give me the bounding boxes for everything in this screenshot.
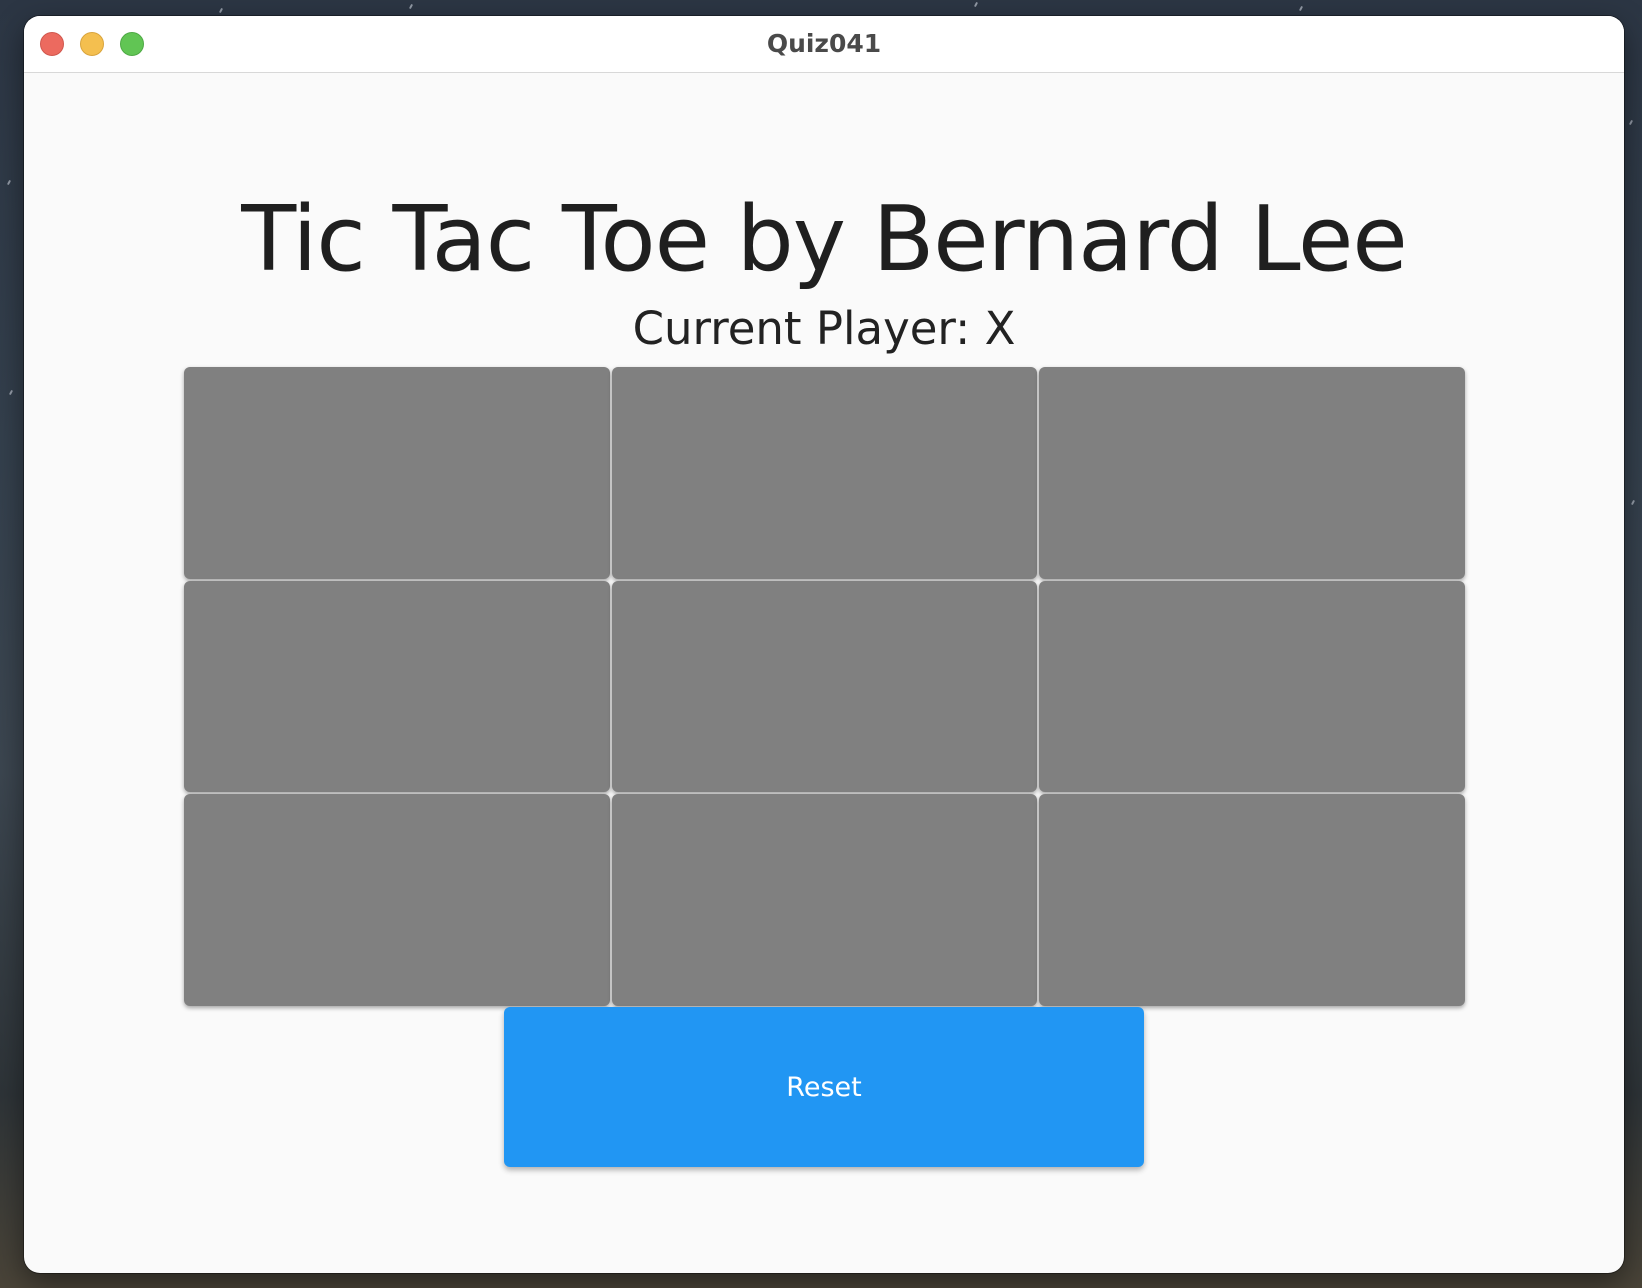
board-cell[interactable] [184, 794, 610, 1006]
star-streak [1630, 499, 1636, 506]
board-cell[interactable] [1039, 794, 1465, 1006]
board-cell[interactable] [184, 580, 610, 793]
star-streak [1628, 119, 1634, 126]
reset-button[interactable]: Reset [504, 1007, 1144, 1167]
star-streak [218, 7, 224, 14]
board-cell[interactable] [611, 580, 1038, 793]
board-cell[interactable] [611, 794, 1038, 1006]
game-board [184, 367, 1465, 1006]
star-streak [1298, 5, 1304, 12]
board-cell[interactable] [184, 367, 610, 579]
star-streak [408, 3, 414, 10]
board-cell[interactable] [611, 367, 1038, 579]
page-title: Tic Tac Toe by Bernard Lee [241, 187, 1408, 292]
app-content: Tic Tac Toe by Bernard Lee Current Playe… [24, 73, 1624, 1273]
board-cell[interactable] [1039, 580, 1465, 793]
window-title: Quiz041 [766, 29, 882, 58]
app-window: Quiz041 Tic Tac Toe by Bernard Lee Curre… [24, 16, 1624, 1273]
star-streak [973, 1, 979, 8]
board-cell[interactable] [1039, 367, 1465, 579]
title-bar: Quiz041 [24, 16, 1624, 73]
star-streak [6, 179, 12, 186]
star-streak [8, 389, 14, 396]
current-player-label: Current Player: X [632, 302, 1016, 355]
